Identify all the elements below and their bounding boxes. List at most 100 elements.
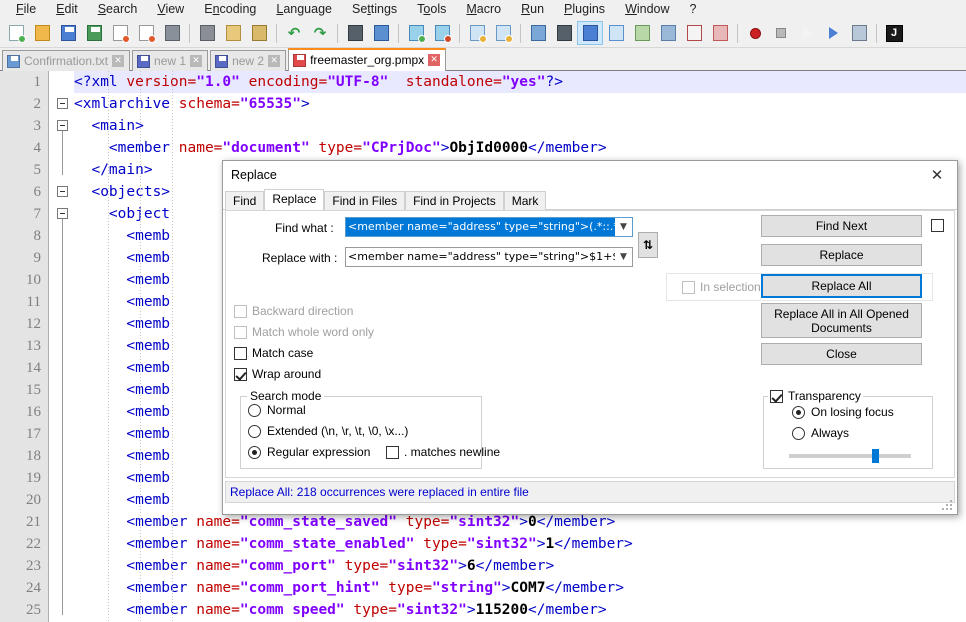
search-mode-normal-radio[interactable]: Normal (248, 403, 306, 417)
copy-icon[interactable] (220, 21, 246, 45)
document-tab-0[interactable]: Confirmation.txt✕ (2, 50, 130, 71)
transparency-toggle-checkbox[interactable] (931, 219, 944, 232)
code-line[interactable]: <member name="document" type="CPrjDoc">O… (74, 137, 966, 159)
fold-collapse-icon[interactable] (57, 120, 68, 131)
code-line[interactable]: <main> (74, 115, 966, 137)
menu-item-plugins[interactable]: Plugins (554, 0, 615, 18)
play-macro-icon[interactable] (794, 21, 820, 45)
radio-box[interactable] (792, 406, 805, 419)
menu-item-language[interactable]: Language (266, 0, 342, 18)
swap-find-replace-button[interactable]: ⇅ (638, 232, 658, 258)
search-mode-regex-radio[interactable]: Regular expression (248, 445, 370, 459)
close-file-icon[interactable] (107, 21, 133, 45)
menu-item-run[interactable]: Run (511, 0, 554, 18)
search-mode-extended-radio[interactable]: Extended (\n, \r, \t, \0, \x...) (248, 424, 408, 438)
save-icon[interactable] (55, 21, 81, 45)
dialog-tab-find-in-projects[interactable]: Find in Projects (405, 191, 504, 210)
transparency-checkbox[interactable]: Transparency (768, 389, 863, 403)
dialog-tab-find-in-files[interactable]: Find in Files (324, 191, 405, 210)
code-line[interactable]: <member name="comm speed" type="sint32">… (74, 599, 966, 621)
checkbox-box[interactable] (234, 347, 247, 360)
menu-item-window[interactable]: Window (615, 0, 679, 18)
sync-vertical-scroll-icon[interactable] (464, 21, 490, 45)
menu-item-tools[interactable]: Tools (407, 0, 456, 18)
user-defined-language-icon[interactable] (603, 21, 629, 45)
document-tab-2[interactable]: new 2✕ (210, 50, 286, 71)
replace-all-in-all-opened-documents-button[interactable]: Replace All in All Opened Documents (761, 303, 922, 338)
checkbox-box[interactable] (770, 390, 783, 403)
transparency-slider[interactable] (789, 449, 911, 463)
zoom-out-icon[interactable] (429, 21, 455, 45)
monitoring-icon[interactable] (707, 21, 733, 45)
replace-dialog[interactable]: Replace ✕ FindReplaceFind in FilesFind i… (222, 160, 958, 515)
run-icon[interactable]: J (881, 21, 907, 45)
close-icon[interactable]: ✕ (428, 54, 440, 66)
open-file-icon[interactable] (29, 21, 55, 45)
radio-box[interactable] (792, 427, 805, 440)
dot-matches-newline-checkbox[interactable]: . matches newline (386, 445, 500, 459)
stop-recording-icon[interactable] (768, 21, 794, 45)
chevron-down-icon[interactable]: ▼ (615, 248, 632, 266)
document-map-icon[interactable] (629, 21, 655, 45)
menu-item-file[interactable]: File (6, 0, 46, 18)
radio-box[interactable] (248, 425, 261, 438)
run-macro-multiple-icon[interactable] (820, 21, 846, 45)
transparency-on-losing-focus-radio[interactable]: On losing focus (792, 405, 894, 419)
close-icon[interactable]: ✕ (190, 55, 202, 67)
redo-icon[interactable]: ↷ (307, 21, 333, 45)
record-macro-icon[interactable] (742, 21, 768, 45)
save-all-icon[interactable] (81, 21, 107, 45)
menu-item-settings[interactable]: Settings (342, 0, 407, 18)
checkbox-box[interactable] (386, 446, 399, 459)
find-what-combo[interactable]: <member name="address" type="string">(.*… (345, 217, 633, 237)
zoom-in-icon[interactable] (403, 21, 429, 45)
menu-item-macro[interactable]: Macro (456, 0, 511, 18)
resize-grip[interactable] (942, 500, 953, 511)
close-button[interactable]: Close (761, 343, 922, 365)
sync-horizontal-scroll-icon[interactable] (490, 21, 516, 45)
replace-button[interactable]: Replace (761, 244, 922, 266)
fold-collapse-icon[interactable] (57, 186, 68, 197)
find-what-input[interactable]: <member name="address" type="string">(.*… (346, 218, 615, 236)
wrap-around-checkbox[interactable]: Wrap around (234, 367, 321, 381)
file-browser-icon[interactable] (681, 21, 707, 45)
transparency-always-radio[interactable]: Always (792, 426, 849, 440)
replace-with-input[interactable]: <member name="address" type="string">$1+… (346, 248, 615, 266)
close-all-files-icon[interactable] (133, 21, 159, 45)
show-all-characters-icon[interactable] (551, 21, 577, 45)
dialog-tab-replace[interactable]: Replace (264, 189, 324, 210)
fold-collapse-icon[interactable] (57, 208, 68, 219)
fold-margin[interactable] (50, 71, 74, 622)
checkbox-box[interactable] (931, 219, 944, 232)
function-list-icon[interactable] (655, 21, 681, 45)
code-line[interactable]: <member name="comm_port_hint" type="stri… (74, 577, 966, 599)
match-case-checkbox[interactable]: Match case (234, 346, 313, 360)
checkbox-box[interactable] (234, 368, 247, 381)
menu-item-view[interactable]: View (147, 0, 194, 18)
replace-with-combo[interactable]: <member name="address" type="string">$1+… (345, 247, 633, 267)
menu-item-search[interactable]: Search (88, 0, 148, 18)
slider-thumb[interactable] (872, 449, 879, 463)
paste-icon[interactable] (246, 21, 272, 45)
dialog-tab-mark[interactable]: Mark (504, 191, 547, 210)
chevron-down-icon[interactable]: ▼ (615, 218, 632, 236)
radio-box[interactable] (248, 446, 261, 459)
code-line[interactable]: <xmlarchive schema="65535"> (74, 93, 966, 115)
save-macro-icon[interactable] (846, 21, 872, 45)
menu-item-edit[interactable]: Edit (46, 0, 88, 18)
find-icon[interactable] (342, 21, 368, 45)
cut-icon[interactable] (194, 21, 220, 45)
word-wrap-icon[interactable] (525, 21, 551, 45)
code-line[interactable]: <?xml version="1.0" encoding="UTF-8" sta… (74, 71, 966, 93)
indent-guide-icon[interactable] (577, 21, 603, 45)
print-icon[interactable] (159, 21, 185, 45)
close-icon[interactable]: ✕ (268, 55, 280, 67)
menu-item-[interactable]: ? (680, 0, 707, 18)
close-icon[interactable]: ✕ (112, 55, 124, 67)
document-tab-1[interactable]: new 1✕ (132, 50, 208, 71)
document-tab-3[interactable]: freemaster_org.pmpx✕ (288, 48, 446, 71)
code-line[interactable]: <member name="comm_state_enabled" type="… (74, 533, 966, 555)
find-next-button[interactable]: Find Next (761, 215, 922, 237)
fold-collapse-icon[interactable] (57, 98, 68, 109)
menu-item-encoding[interactable]: Encoding (194, 0, 266, 18)
